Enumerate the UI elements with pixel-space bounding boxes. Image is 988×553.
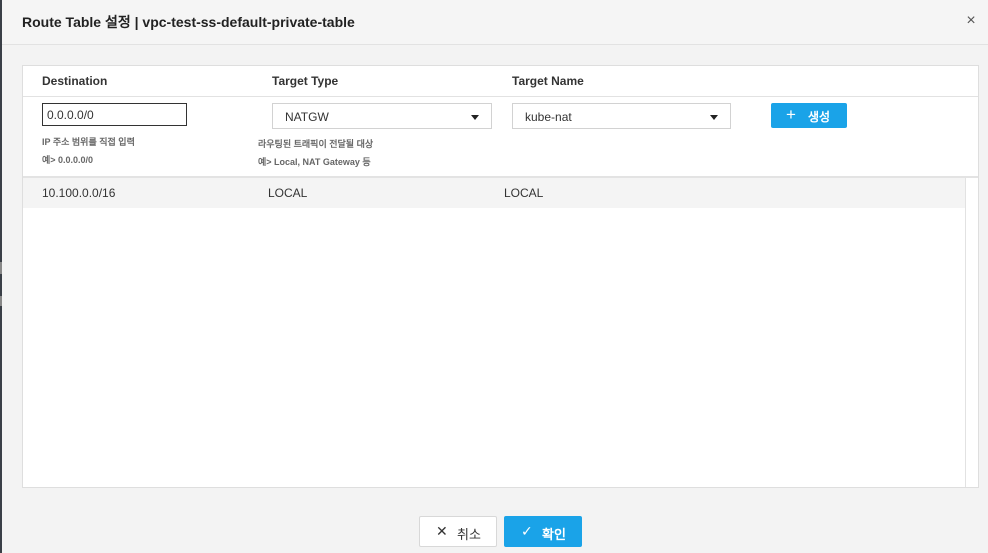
table-row[interactable]: 10.100.0.0/16 LOCAL LOCAL — [23, 178, 965, 208]
destination-hint: IP 주소 범위를 직접 입력 — [42, 137, 135, 147]
target-name-selected: kube-nat — [525, 110, 572, 124]
route-target-type: LOCAL — [268, 186, 308, 200]
column-destination: Destination — [42, 74, 108, 88]
target-type-hint: 라우팅된 트래픽이 전달될 대상 — [258, 139, 374, 149]
route-target-name: LOCAL — [504, 186, 544, 200]
cancel-button-label: 취소 — [457, 527, 481, 542]
close-icon: ✕ — [436, 523, 448, 539]
create-button-label: 생성 — [808, 110, 831, 124]
caret-down-icon — [710, 115, 718, 120]
target-type-selected: NATGW — [285, 110, 329, 124]
route-form-row: IP 주소 범위를 직접 입력 예> 0.0.0.0/0 NATGW 라우팅된 … — [23, 97, 978, 178]
target-type-select[interactable]: NATGW — [272, 103, 492, 129]
route-panel: Destination Target Type Target Name IP 주… — [22, 65, 979, 488]
close-icon[interactable]: × — [962, 12, 980, 30]
caret-down-icon — [471, 115, 479, 120]
create-button[interactable]: + 생성 — [771, 103, 847, 128]
confirm-button-label: 확인 — [542, 527, 566, 542]
list-scrollbar[interactable] — [965, 178, 978, 487]
route-table-modal: Route Table 설정 | vpc-test-ss-default-pri… — [2, 0, 988, 553]
modal-header: Route Table 설정 | vpc-test-ss-default-pri… — [2, 0, 988, 45]
target-name-select[interactable]: kube-nat — [512, 103, 731, 129]
route-destination: 10.100.0.0/16 — [42, 186, 116, 200]
route-list: 10.100.0.0/16 LOCAL LOCAL — [23, 178, 965, 487]
target-type-example: 예> Local, NAT Gateway 등 — [258, 157, 371, 167]
destination-example: 예> 0.0.0.0/0 — [42, 155, 94, 165]
modal-title: Route Table 설정 | vpc-test-ss-default-pri… — [22, 14, 355, 30]
plus-icon: + — [786, 105, 796, 124]
destination-input[interactable] — [42, 103, 187, 126]
column-target-type: Target Type — [272, 74, 339, 88]
confirm-button[interactable]: ✓ 확인 — [504, 516, 582, 547]
column-target-name: Target Name — [512, 74, 584, 88]
check-icon: ✓ — [521, 523, 533, 539]
cancel-button[interactable]: ✕ 취소 — [419, 516, 497, 547]
column-header-row: Destination Target Type Target Name — [23, 66, 978, 97]
